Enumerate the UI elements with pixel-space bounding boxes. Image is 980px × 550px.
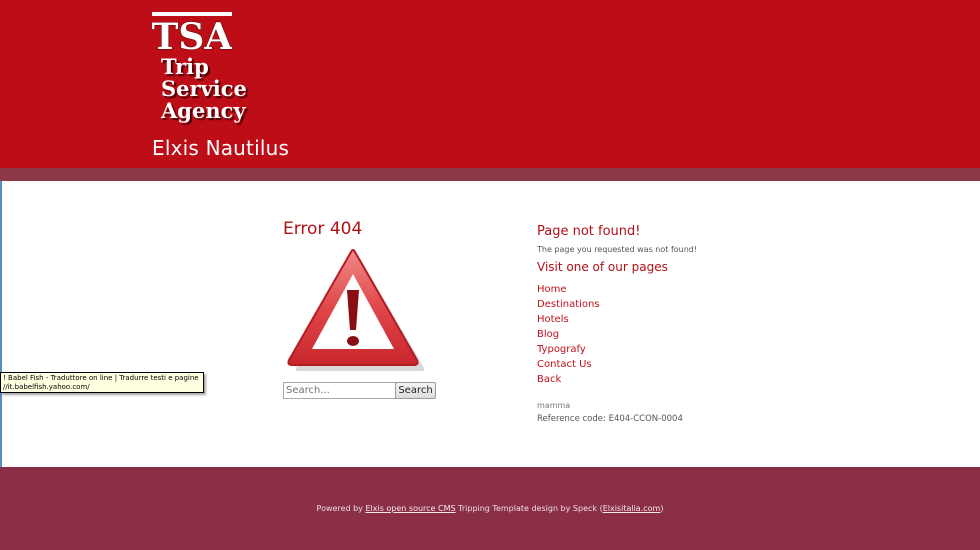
logo-line-service: Service bbox=[161, 76, 247, 101]
header-band bbox=[0, 168, 980, 181]
link-back[interactable]: Back bbox=[537, 374, 561, 385]
tooltip-line-url: //it.babelfish.yahoo.com/ bbox=[3, 383, 90, 391]
link-blog[interactable]: Blog bbox=[537, 329, 559, 340]
link-typografy[interactable]: Typografy bbox=[537, 344, 586, 355]
footer-suffix: ) bbox=[660, 504, 664, 513]
link-contact-us[interactable]: Contact Us bbox=[537, 359, 592, 370]
logo-abbrev: TSA bbox=[152, 16, 232, 52]
list-item: Hotels bbox=[537, 310, 600, 325]
browser-tooltip: ! Babel Fish - Traduttore on line | Trad… bbox=[0, 372, 204, 393]
search-input[interactable] bbox=[283, 382, 396, 399]
list-item: Destinations bbox=[537, 295, 600, 310]
tsa-logo[interactable]: TSA bbox=[152, 12, 232, 52]
footer-site-link[interactable]: Elxisitalia.com bbox=[603, 504, 661, 513]
list-item: Home bbox=[537, 280, 600, 295]
visit-pages-title: Visit one of our pages bbox=[537, 260, 668, 274]
search-button[interactable]: Search bbox=[395, 382, 436, 399]
list-item: Blog bbox=[537, 325, 600, 340]
footer-cms-link[interactable]: Elxis open source CMS bbox=[365, 504, 455, 513]
site-footer: Powered by Elxis open source CMS Trippin… bbox=[0, 467, 980, 550]
logo-line-agency: Agency bbox=[161, 98, 246, 123]
logo-line-trip: Trip bbox=[161, 54, 209, 79]
footer-credits: Powered by Elxis open source CMS Trippin… bbox=[0, 504, 980, 513]
page-not-found-message: The page you requested was not found! bbox=[537, 245, 698, 254]
list-item: Back bbox=[537, 370, 600, 385]
error-title: Error 404 bbox=[283, 219, 363, 239]
window-edge bbox=[0, 181, 2, 467]
page-links: Home Destinations Hotels Blog Typografy … bbox=[537, 280, 600, 385]
site-header: TSA Trip Service Agency Elxis Nautilus bbox=[0, 0, 980, 168]
warning-triangle-icon bbox=[287, 249, 425, 371]
link-home[interactable]: Home bbox=[537, 284, 567, 295]
link-destinations[interactable]: Destinations bbox=[537, 299, 600, 310]
list-item: Typografy bbox=[537, 340, 600, 355]
list-item: Contact Us bbox=[537, 355, 600, 370]
tooltip-line-title: ! Babel Fish - Traduttore on line | Trad… bbox=[3, 374, 201, 382]
site-name[interactable]: Elxis Nautilus bbox=[152, 136, 289, 160]
link-hotels[interactable]: Hotels bbox=[537, 314, 569, 325]
footer-prefix: Powered by bbox=[316, 504, 366, 513]
logo-text: Trip Service Agency bbox=[161, 56, 247, 122]
note-text: mamma bbox=[537, 401, 571, 410]
footer-middle: Tripping Template design by Speck ( bbox=[455, 504, 603, 513]
reference-code: Reference code: E404-CCON-0004 bbox=[537, 414, 683, 424]
page-not-found-title: Page not found! bbox=[537, 224, 641, 239]
